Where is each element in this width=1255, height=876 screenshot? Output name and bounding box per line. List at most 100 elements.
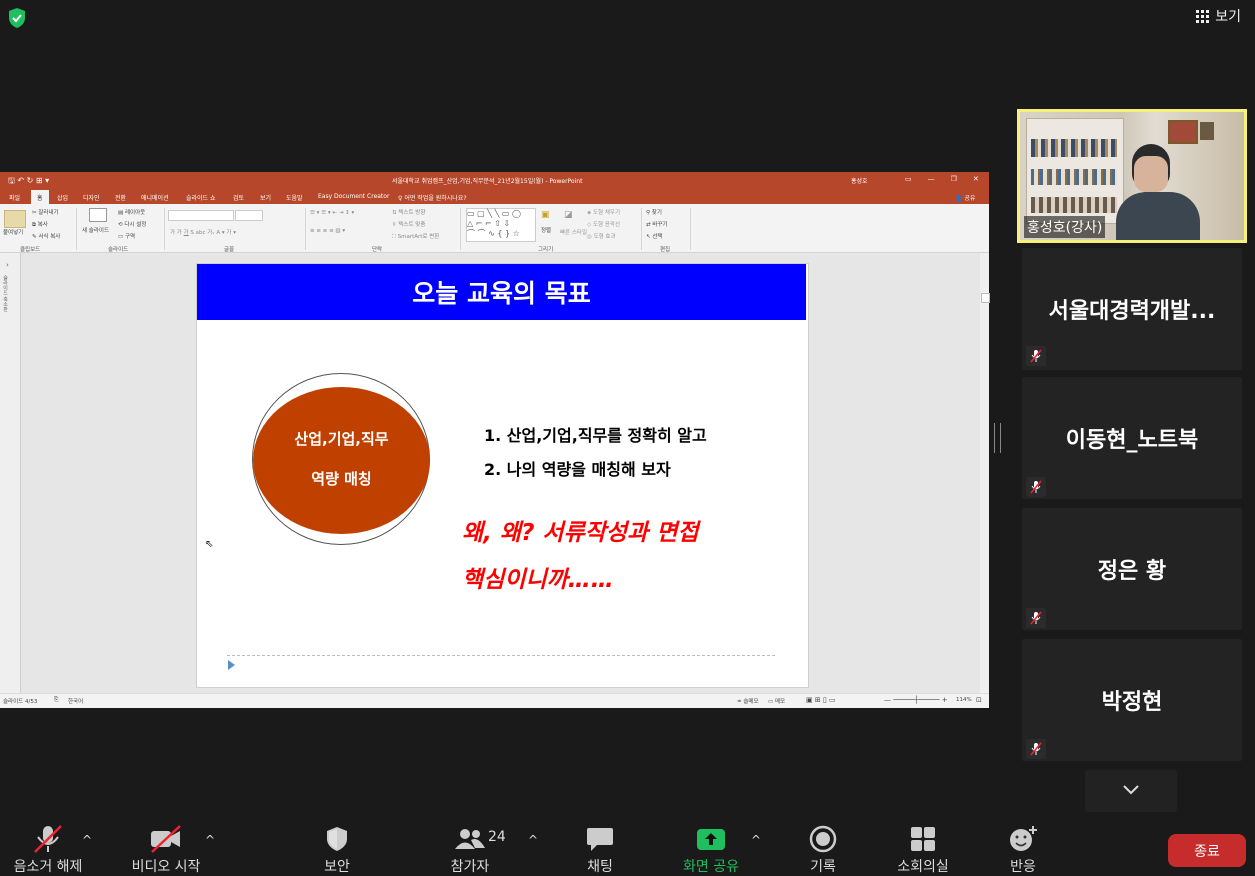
slide-thumbnail-pane[interactable]: › 슬라이드 축소판 — [0, 253, 21, 693]
spellcheck-icon[interactable]: ⎘ — [54, 697, 58, 704]
language-indicator[interactable]: 한국어 — [68, 697, 83, 705]
participant-tile[interactable]: 이동현_노트북 — [1022, 377, 1242, 499]
muted-mic-icon — [34, 825, 62, 853]
unmute-button[interactable]: 음소거 해제 — [8, 824, 88, 875]
paste-label[interactable]: 붙여넣기 — [3, 228, 23, 236]
quick-styles-icon[interactable]: ◪ — [564, 210, 573, 220]
chat-icon — [587, 828, 613, 851]
reactions-icon — [1010, 826, 1037, 851]
list-buttons[interactable]: ☰ ▾ ☰ ▾ ⇤ ⇥ ↕ ▾ — [310, 210, 354, 216]
shape-fill-button[interactable]: ◈ 도형 채우기 — [587, 208, 620, 216]
arrange-icon[interactable]: ▣ — [541, 210, 550, 220]
tab-easy-document-creator[interactable]: Easy Document Creator — [318, 193, 389, 200]
person-body — [1116, 192, 1200, 240]
paste-icon[interactable] — [4, 210, 26, 228]
unmute-label: 음소거 해제 — [13, 859, 83, 875]
tab-view[interactable]: 보기 — [260, 193, 271, 202]
scrollbar-thumb[interactable] — [981, 293, 990, 303]
notes-divider — [227, 655, 775, 656]
quick-styles-label[interactable]: 빠른 스타일 — [560, 228, 587, 236]
tab-home[interactable]: 홈 — [31, 190, 49, 205]
scroll-participants-button[interactable] — [1085, 770, 1177, 812]
participant-name: 이동현_노트북 — [1065, 428, 1199, 453]
lightbulb-icon: ♀ — [398, 195, 403, 202]
notes-play-icon[interactable] — [228, 660, 235, 670]
format-painter-button[interactable]: ✎ 서식 복사 — [32, 232, 60, 240]
layout-button[interactable]: ▤ 레이아웃 — [118, 208, 145, 216]
replace-button[interactable]: ⇄ 바꾸기 — [646, 220, 668, 228]
ribbon-separator — [460, 208, 461, 250]
notes-button[interactable]: ≐ 슬메모 — [737, 697, 759, 705]
person-face — [1134, 156, 1168, 192]
audio-options-caret[interactable]: ^ — [82, 833, 92, 847]
participant-tile[interactable]: 박정현 — [1022, 639, 1242, 761]
text-direction-button[interactable]: ⇅ 텍스트 방향 — [392, 208, 425, 216]
view-button[interactable]: 보기 — [1196, 6, 1241, 26]
tab-help[interactable]: 도움말 — [286, 193, 303, 202]
reactions-button[interactable]: 반응 — [998, 824, 1048, 875]
tab-file[interactable]: 파일 — [9, 193, 20, 202]
quick-access-icons[interactable]: 🖫 ↶ ↻ ⊞ ▾ — [8, 175, 49, 189]
chat-button[interactable]: 채팅 — [570, 824, 630, 875]
end-meeting-button[interactable]: 종료 — [1168, 834, 1246, 867]
view-buttons[interactable]: ▣ ⊞ ▯ ▭ — [806, 696, 836, 704]
share-screen-icon — [697, 829, 725, 850]
expand-pane-icon[interactable]: › — [6, 261, 9, 269]
shape-effects-button[interactable]: ◎ 도형 효과 — [587, 232, 616, 240]
chat-label: 채팅 — [587, 859, 613, 875]
close-icon: ✕ — [972, 175, 979, 183]
window-controls[interactable]: ▭ — ❐ ✕ — [905, 175, 979, 183]
fit-slide-icon[interactable]: ⊡ — [976, 696, 982, 704]
thumbnail-pane-label: 슬라이드 축소판 — [2, 275, 8, 312]
cut-button[interactable]: ✂ 잘라내기 — [32, 208, 59, 216]
share-options-caret[interactable]: ^ — [751, 833, 761, 847]
new-slide-label[interactable]: 새 슬라이드 — [82, 226, 109, 234]
font-size-box[interactable] — [235, 210, 263, 221]
start-video-label: 비디오 시작 — [131, 859, 201, 875]
security-label: 보안 — [324, 859, 350, 875]
tab-review[interactable]: 검토 — [233, 193, 244, 202]
font-format-buttons[interactable]: 가 가 가 S abc 가ᵥ A ▾ 가 ▾ — [170, 228, 236, 236]
participant-tile[interactable]: 정은 황 — [1022, 508, 1242, 630]
tab-insert[interactable]: 삽입 — [57, 193, 68, 202]
arrange-label[interactable]: 정렬 — [541, 226, 551, 234]
ppt-user[interactable]: 홍성호 — [851, 176, 868, 185]
ppt-title: 서울대학교 취업캠프_산업,기업,직무분석_21년2월15일(월) - Powe… — [392, 178, 583, 185]
tab-animations[interactable]: 애니메이션 — [141, 193, 169, 202]
tell-me-search[interactable]: ♀ 어떤 작업을 원하시나요? — [398, 193, 467, 202]
align-text-button[interactable]: ⇳ 텍스트 맞춤 — [392, 220, 425, 228]
tab-transitions[interactable]: 전환 — [115, 193, 126, 202]
find-button[interactable]: ⚲ 찾기 — [646, 208, 662, 216]
shapes-gallery[interactable]: ▭ ▢ ╲ ╲ ▭ ◯ △ ⌐ ⌐ ⇧ ⇩ ⌒ ⌒ ∿ { } ☆ — [466, 208, 536, 242]
participants-options-caret[interactable]: ^ — [528, 833, 538, 847]
security-button[interactable]: 보안 — [310, 824, 364, 875]
zoom-slider[interactable]: — ─────┼───── + — [884, 696, 948, 704]
share-button[interactable]: 👤 공유 — [955, 193, 975, 202]
smartart-button[interactable]: ⛶ SmartArt로 변환 — [392, 232, 439, 241]
participant-tile[interactable]: 서울대경력개발... — [1022, 248, 1242, 370]
zoom-level[interactable]: 114% — [956, 697, 972, 703]
shape-outline-button[interactable]: ◇ 도형 윤곽선 — [587, 220, 620, 228]
panel-resize-handle[interactable] — [994, 423, 1001, 453]
speaker-video-tile[interactable]: 홍성호(강사) — [1017, 109, 1247, 243]
breakout-rooms-button[interactable]: 소회의실 — [888, 824, 958, 875]
participant-name: 박정현 — [1101, 690, 1163, 715]
comments-button[interactable]: ▭ 메모 — [768, 697, 785, 705]
share-screen-button[interactable]: 화면 공유 — [674, 824, 748, 875]
video-options-caret[interactable]: ^ — [205, 833, 215, 847]
tab-slideshow[interactable]: 슬라이드 쇼 — [186, 193, 216, 202]
copy-button[interactable]: ⧉ 복사 — [32, 220, 48, 229]
ribbon-separator — [641, 208, 642, 250]
select-button[interactable]: ↖ 선택 — [646, 232, 662, 240]
reset-button[interactable]: ⟲ 다시 설정 — [118, 220, 146, 228]
record-button[interactable]: 기록 — [796, 824, 850, 875]
alignment-buttons[interactable]: ≡ ≡ ≡ ≡ ▥ ▾ — [310, 228, 345, 234]
tab-design[interactable]: 디자인 — [83, 193, 100, 202]
vertical-scrollbar[interactable] — [980, 253, 990, 693]
start-video-button[interactable]: 비디오 시작 — [124, 824, 208, 875]
muted-mic-icon — [1026, 739, 1046, 759]
font-name-box[interactable] — [168, 210, 234, 221]
new-slide-icon[interactable] — [89, 208, 107, 222]
section-button[interactable]: ▭ 구역 — [118, 232, 135, 240]
security-shield-icon[interactable] — [6, 7, 28, 29]
